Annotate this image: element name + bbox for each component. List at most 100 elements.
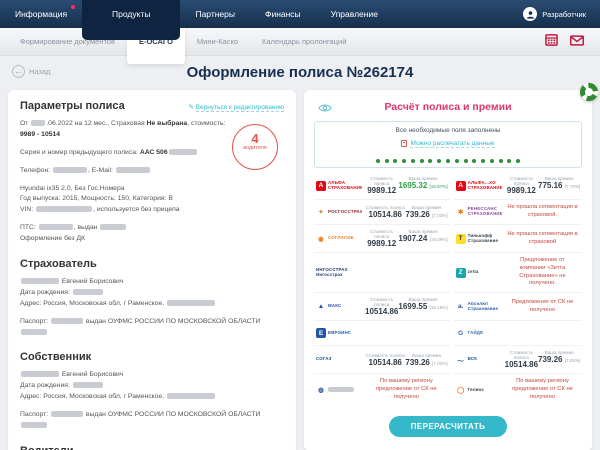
tab-календарь пролонгаций[interactable]: Календарь пролонгаций: [250, 28, 358, 64]
tab-мини-каско[interactable]: Мини-Каско: [185, 28, 250, 64]
section-title: Собственник: [20, 351, 284, 363]
redacted-data: [36, 206, 92, 212]
company-logo: ✱РЕНЕССАНССТРАХОВАНИЕ: [456, 207, 502, 217]
policy-text-line: Оформление без ДК: [20, 234, 235, 245]
offer-status-message: По вашему региону предложение от СК не п…: [365, 378, 448, 401]
redacted-data: [53, 167, 87, 173]
offer-cell[interactable]: ◍По вашему региону предложение от СК не …: [314, 373, 450, 405]
progress-dots: [321, 156, 575, 163]
offer-cell[interactable]: ААЛЬФА...ХОСТРАХОВАНИЕСтоимость полиса99…: [454, 172, 583, 199]
offer-cell[interactable]: ААЛЬФАСТРАХОВАНИЕСтоимость полиса9989.12…: [314, 172, 450, 199]
drivers-count-badge: 4 водителя: [232, 124, 278, 170]
calc-status-box: Все необходимые поля заполнены Можно рас…: [314, 121, 582, 168]
policy-parameters-card: Параметры полиса ✎ Вернуться к редактиро…: [8, 90, 296, 450]
company-logo: 〜ВСК: [456, 355, 502, 365]
redacted-data: [31, 120, 45, 126]
offer-cell[interactable]: СОГАЗСтоимость полиса10514.86Ваша премия…: [314, 345, 450, 373]
nav-item-финансы[interactable]: Финансы: [250, 0, 316, 28]
print-data-link[interactable]: Можно распечатать данные: [401, 140, 494, 148]
offer-status-message: Не прошла сегментация в страховой.: [505, 204, 581, 220]
cost-header: Стоимость полиса: [505, 350, 538, 360]
policy-text-line: От .06.2022 на 12 мес., Страховая Не выб…: [20, 119, 235, 141]
policy-cost-value: 9989.12: [505, 186, 538, 195]
policy-text-line: Евгений Борисович: [20, 277, 284, 288]
redacted-data: [21, 329, 47, 335]
offer-cell[interactable]: ZzettaПредложение от компании «Зетта Стр…: [454, 252, 583, 292]
policy-cost-value: 10514.86: [505, 360, 538, 369]
company-logo: ◯Гелиос: [456, 385, 502, 395]
company-logo: ЕЕВРОИНС: [316, 328, 362, 338]
calendar-icon[interactable]: [545, 33, 558, 51]
redacted-data: [167, 393, 215, 399]
offer-cell[interactable]: ◉СОГЛАСИЕСтоимость полиса9989.12Ваша пре…: [314, 224, 450, 252]
premium-value: 739.26 [7.03%]: [538, 355, 580, 364]
notification-dot: [71, 5, 75, 9]
policy-cost-value: 10514.86: [365, 307, 398, 316]
company-logo: ТТинькоффСтрахование: [456, 234, 502, 244]
edit-policy-link[interactable]: ✎ Вернуться к редактированию: [188, 103, 284, 111]
offer-cell[interactable]: ЕЕВРОИНС: [314, 320, 450, 345]
help-widget-icon[interactable]: [580, 83, 598, 101]
document-icon: [401, 140, 407, 147]
offer-status-message: По вашему региону предложение от СК не п…: [505, 378, 581, 401]
redacted-data: [21, 422, 47, 428]
offer-cell[interactable]: ✦РОСГОССТРАХСтоимость полиса10514.86Ваша…: [314, 199, 450, 224]
premium-percent: [7.03%]: [432, 361, 448, 366]
cost-header: Стоимость полиса: [505, 176, 538, 186]
company-logo: ◉СОГЛАСИЕ: [316, 234, 362, 244]
eye-icon[interactable]: [318, 100, 332, 118]
policy-sections: Страхователь Евгений БорисовичДата рожде…: [20, 258, 284, 450]
nav-item-партнеры[interactable]: Партнеры: [180, 0, 250, 28]
company-logo: ▲МАКС: [316, 302, 362, 312]
premium-percent: [16.16%]: [430, 305, 448, 310]
company-logo: ААЛЬФАСТРАХОВАНИЕ: [316, 181, 362, 191]
company-logo: ✦РОСГОССТРАХ: [316, 207, 362, 217]
policy-text-line: Hyundai ix35 2.0, Без Гос.Номера: [20, 184, 235, 195]
policy-cost-value: 10514.86: [365, 358, 405, 367]
premium-value: 739.26 [7.03%]: [405, 358, 447, 367]
nav-item-информация[interactable]: Информация: [0, 0, 82, 28]
recalculate-button[interactable]: ПЕРЕРАСЧИТАТЬ: [389, 416, 508, 437]
policy-text-line: Серия и номер предыдущего полиса: ААС 50…: [20, 148, 235, 159]
company-logo: а.АбсолютСтрахование: [456, 302, 502, 312]
policy-text-line: VIN: , используется без прицепа: [20, 205, 235, 216]
offer-cell[interactable]: а.АбсолютСтрахованиеПредложение от СК не…: [454, 292, 583, 320]
policy-text-line: Адрес: Россия, Московская обл, г Раменск…: [20, 299, 284, 310]
premium-percent: [19.09%]: [430, 237, 448, 242]
policy-text-line: Адрес: Россия, Московская обл, г Раменск…: [20, 392, 284, 403]
policy-cost-value: 9989.12: [365, 186, 398, 195]
offer-cell[interactable]: GГАЙДЕ: [454, 320, 583, 345]
offer-cell[interactable]: ◯ГелиосПо вашему региону предложение от …: [454, 373, 583, 405]
offer-cell[interactable]: ТТинькоффСтрахованиеНе прошла сегментаци…: [454, 224, 583, 252]
policy-text-line: Евгений Борисович: [20, 370, 284, 381]
back-button[interactable]: ← Назад: [12, 65, 51, 78]
company-logo: СОГАЗ: [316, 357, 362, 362]
nav-item-продукты[interactable]: Продукты: [82, 0, 180, 40]
redacted-data: [39, 224, 73, 230]
nav-item-управление[interactable]: Управление: [316, 0, 393, 28]
offer-cell[interactable]: 〜ВСКСтоимость полиса10514.86Ваша премия7…: [454, 345, 583, 373]
policy-intro: От .06.2022 на 12 мес., Страховая Не выб…: [20, 119, 235, 245]
policy-text-line: Дата рождения:: [20, 288, 284, 299]
section-title: Страхователь: [20, 258, 284, 270]
policy-text-line: Телефон: , E-Mail:: [20, 166, 235, 177]
offer-cell[interactable]: ИНГОССТРАХИнгосстрах: [314, 252, 450, 292]
redacted-data: [73, 289, 103, 295]
redacted-data: [51, 318, 83, 324]
offer-cell[interactable]: ▲МАКССтоимость полиса10514.86Ваша премия…: [314, 292, 450, 320]
cost-header: Стоимость полиса: [365, 229, 398, 239]
offers-grid: ААЛЬФАСТРАХОВАНИЕСтоимость полиса9989.12…: [314, 172, 582, 406]
redacted-data: [21, 371, 59, 377]
policy-text-line: Паспорт: выдан ОУФМС РОССИИ ПО МОСКОВСКО…: [20, 317, 284, 339]
calc-status-text: Все необходимые поля заполнены: [321, 127, 575, 134]
redacted-data: [167, 300, 215, 306]
cost-header: Стоимость полиса: [365, 176, 398, 186]
offer-cell[interactable]: ✱РЕНЕССАНССТРАХОВАНИЕНе прошла сегментац…: [454, 199, 583, 224]
premium-percent: [16.97%]: [430, 184, 448, 189]
redacted-data: [73, 382, 103, 388]
mail-icon[interactable]: [570, 33, 584, 51]
redacted-data: [100, 224, 126, 230]
user-menu[interactable]: Разработчик: [523, 0, 600, 28]
company-logo: ААЛЬФА...ХОСТРАХОВАНИЕ: [456, 181, 502, 191]
policy-text-line: Дата рождения:: [20, 381, 284, 392]
